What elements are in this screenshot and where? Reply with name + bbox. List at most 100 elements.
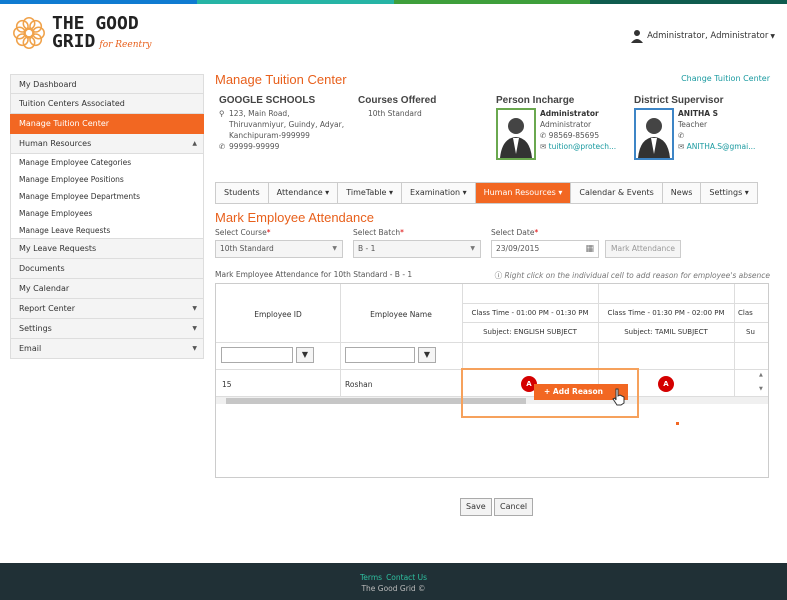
attendance-for-label: Mark Employee Attendance for 10th Standa… [215,270,413,279]
sidebar-item-manage-tuition[interactable]: Manage Tuition Center [10,114,204,134]
tab-students[interactable]: Students [216,183,269,203]
mail-icon: ✉ [678,142,687,151]
incharge-phone: 98569-85695 [548,131,600,140]
tab-settings[interactable]: Settings ▾ [701,183,757,203]
tab-news[interactable]: News [662,183,702,203]
sidebar-item-label: Human Resources [19,139,92,148]
footer-copyright: The Good Grid © [361,584,426,593]
district-title: District Supervisor [634,95,724,106]
sidebar-item-human-resources[interactable]: Human Resources ▲ [10,134,204,154]
district-email[interactable]: ANITHA.S@gmai... [687,142,756,151]
mark-attendance-button[interactable]: Mark Attendance [605,240,681,258]
batch-label: Select Batch* [353,228,404,237]
tab-examination[interactable]: Examination ▾ [402,183,476,203]
batch-select-value: B - 1 [358,244,376,253]
sidebar-item-label: Report Center [19,304,75,313]
absent-badge[interactable]: A [658,376,674,392]
date-input[interactable]: 23/09/2015 ▦ [491,240,599,258]
date-input-value: 23/09/2015 [496,244,540,253]
page-title: Manage Tuition Center [215,72,347,87]
school-phone: 99999-99999 [229,142,280,151]
course-label: Select Course* [215,228,271,237]
chevron-down-icon: ▼ [192,325,197,332]
sidebar-item-my-leave[interactable]: My Leave Requests [10,239,204,259]
col-header-employee-name[interactable]: Employee Name [340,310,462,319]
incharge-info: Person Incharge Administrator Administra… [496,95,631,160]
tab-timetable[interactable]: TimeTable ▾ [338,183,403,203]
hint-text-value: Right click on the individual cell to ad… [504,271,770,280]
phone-icon: ✆ [678,131,685,140]
employee-id-filter-input[interactable] [221,347,293,363]
tab-calendar-events[interactable]: Calendar & Events [571,183,663,203]
school-address-2: Thiruvanmiyur, Guindy, Adyar, [229,120,345,129]
user-menu[interactable]: Administrator, Administrator ▼ [631,29,775,43]
sidebar-item-label: Settings [19,324,52,333]
cancel-button[interactable]: Cancel [494,498,534,516]
sidebar-item-label: Email [19,344,42,353]
col-header-class1-subject: Subject: ENGLISH SUBJECT [483,328,577,336]
sidebar-subitem-employee-positions[interactable]: Manage Employee Positions [10,171,204,188]
sidebar-item-report-center[interactable]: Report Center ▼ [10,299,204,319]
footer-contact-link[interactable]: Contact Us [386,573,427,582]
courses-info: Courses Offered 10th Standard [358,95,488,119]
sidebar-item-email[interactable]: Email ▼ [10,339,204,359]
sidebar-item-calendar[interactable]: My Calendar [10,279,204,299]
logo-line2: GRID [52,31,96,52]
date-label-text: Select Date [491,228,535,237]
logo[interactable]: THE GOOD GRID for Reentry [10,14,152,52]
sidebar-item-documents[interactable]: Documents [10,259,204,279]
courses-title: Courses Offered [358,95,437,106]
sidebar-item-settings[interactable]: Settings ▼ [10,319,204,339]
district-avatar [634,108,674,160]
scroll-up-icon[interactable]: ▲ [759,372,763,378]
save-button[interactable]: Save [460,498,492,516]
tab-human-resources[interactable]: Human Resources ▾ [475,183,572,203]
filter-icon[interactable]: ▼ [418,347,436,363]
user-icon [631,30,644,43]
batch-select[interactable]: B - 1 ▼ [353,240,481,258]
info-icon: ⓘ [494,271,505,280]
course-select-value: 10th Standard [220,244,274,253]
mail-icon: ✉ [540,142,549,151]
hand-cursor-icon [612,388,625,406]
phone-icon: ✆ [540,131,549,140]
course-label-text: Select Course [215,228,267,237]
sidebar: My Dashboard Tuition Centers Associated … [10,74,204,359]
footer: Terms Contact Us The Good Grid © [0,563,787,600]
scroll-down-icon[interactable]: ▼ [759,386,763,392]
row-employee-name: Roshan [345,380,373,389]
section-title: Mark Employee Attendance [215,210,374,225]
hint-text: ⓘ Right click on the individual cell to … [495,270,770,281]
context-menu-label: Add Reason [552,387,603,396]
col-header-class2-subject: Subject: TAMIL SUBJECT [624,328,708,336]
col-header-class1-time: Class Time - 01:00 PM - 01:30 PM [471,309,589,317]
col-header-employee-id[interactable]: Employee ID [216,310,340,319]
chevron-down-icon: ▼ [192,345,197,352]
change-tuition-link[interactable]: Change Tuition Center [681,74,770,83]
sidebar-subitem-employee-categories[interactable]: Manage Employee Categories [10,154,204,171]
user-name: Administrator, Administrator [647,31,769,41]
sidebar-item-dashboard[interactable]: My Dashboard [10,74,204,94]
filter-icon[interactable]: ▼ [296,347,314,363]
col-header-class2-time: Class Time - 01:30 PM - 02:00 PM [607,309,725,317]
batch-label-text: Select Batch [353,228,401,237]
school-address-1: 123, Main Road, [229,109,290,118]
sidebar-subitem-leave-requests[interactable]: Manage Leave Requests [10,222,204,239]
district-info: District Supervisor ANITHA S Teacher ✆ ✉… [634,95,770,160]
chevron-down-icon: ▼ [332,245,337,252]
tab-attendance[interactable]: Attendance ▾ [268,183,339,203]
incharge-avatar [496,108,536,160]
module-tabs: Students Attendance ▾ TimeTable ▾ Examin… [215,182,758,204]
sidebar-subitem-employee-departments[interactable]: Manage Employee Departments [10,188,204,205]
calendar-icon[interactable]: ▦ [585,241,594,257]
employee-name-filter-input[interactable] [345,347,415,363]
chevron-down-icon: ▼ [470,245,475,252]
incharge-email[interactable]: tuition@protech... [549,142,617,151]
orange-dot [676,422,679,425]
school-address-3: Kanchipuram-999999 [229,131,310,140]
sidebar-subitem-employees[interactable]: Manage Employees [10,205,204,222]
footer-terms-link[interactable]: Terms [360,573,382,582]
incharge-title: Person Incharge [496,95,575,106]
sidebar-item-tuition-centers[interactable]: Tuition Centers Associated [10,94,204,114]
course-select[interactable]: 10th Standard ▼ [215,240,343,258]
